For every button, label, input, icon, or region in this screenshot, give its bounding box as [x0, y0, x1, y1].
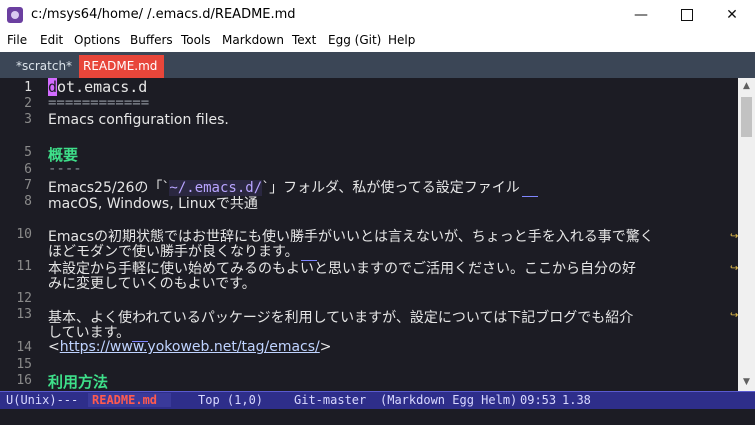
wrap-arrow-icon: ↪	[730, 310, 738, 321]
cursor-position: Top (1,0)	[198, 393, 264, 407]
line-number: 2	[24, 96, 32, 111]
line-number: 7	[24, 178, 32, 193]
angle-bracket: >	[319, 339, 332, 355]
tab-scratch[interactable]: *scratch*	[12, 55, 76, 78]
scroll-up-icon[interactable]: ▲	[738, 78, 755, 95]
line-number: 11	[16, 259, 32, 274]
menu-options[interactable]: Options	[74, 33, 120, 47]
maximize-button[interactable]	[664, 0, 710, 31]
line-number: 12	[16, 291, 32, 306]
line-8: macOS, Windows, Linuxで共通	[48, 196, 258, 212]
menu-tools[interactable]: Tools	[181, 33, 211, 47]
minimize-button[interactable]: —	[618, 0, 664, 31]
menu-markdown[interactable]: Markdown	[222, 33, 284, 47]
buffer-name[interactable]: README.md	[88, 393, 172, 407]
menu-file[interactable]: File	[7, 33, 27, 47]
editor-buffer[interactable]: 1 2 3 5 6 7 8 10 11 12 13 14 15 16 dot.e…	[0, 78, 738, 391]
line-1: dot.emacs.d	[48, 78, 147, 96]
wrap-arrow-icon: ↪	[730, 263, 738, 274]
tab-readme[interactable]: README.md	[79, 55, 164, 78]
line-16-heading: 利用方法	[48, 373, 109, 391]
line-number: 1	[24, 80, 32, 95]
line-11b: みに変更していくのもよいです。	[48, 276, 256, 292]
vertical-scrollbar[interactable]: ▲ ▼	[738, 78, 755, 391]
window-title: c:/msys64/home/ /.emacs.d/README.md	[31, 7, 296, 22]
emacs-app-icon	[7, 7, 23, 23]
load-average: 1.38	[562, 393, 591, 407]
line-number: 13	[16, 307, 32, 322]
clock: 09:53	[520, 393, 557, 407]
text-area[interactable]: dot.emacs.d ============ Emacs configura…	[48, 78, 738, 391]
angle-bracket: <	[48, 339, 60, 355]
line-number-gutter: 1 2 3 5 6 7 8 10 11 12 13 14 15 16	[0, 78, 36, 391]
maximize-icon	[681, 9, 693, 21]
trailing-whitespace-marker	[521, 183, 538, 197]
line-number: 5	[24, 145, 32, 160]
menu-egg-git[interactable]: Egg (Git)	[328, 33, 381, 47]
git-branch[interactable]: Git-master	[294, 393, 366, 407]
wrap-arrow-icon: ↪	[730, 231, 738, 242]
menu-bar: File Edit Options Buffers Tools Markdown…	[0, 31, 755, 52]
line-number: 6	[24, 162, 32, 177]
echo-area[interactable]	[0, 409, 755, 425]
menu-edit[interactable]: Edit	[40, 33, 63, 47]
line-number: 8	[24, 194, 32, 209]
title-bar: c:/msys64/home/ /.emacs.d/README.md — ✕	[0, 0, 755, 32]
close-button[interactable]: ✕	[709, 0, 755, 31]
encoding-indicator: U(Unix)---	[6, 393, 79, 407]
line-number: 3	[24, 112, 32, 127]
menu-text[interactable]: Text	[292, 33, 316, 47]
text-cursor: d	[48, 78, 58, 96]
scrollbar-thumb[interactable]	[741, 97, 752, 137]
line-2-underline: ============	[48, 95, 150, 111]
line-number: 10	[16, 227, 32, 242]
line-6-underline: ----	[48, 161, 82, 177]
menu-help[interactable]: Help	[388, 33, 415, 47]
scroll-down-icon[interactable]: ▼	[738, 374, 755, 391]
line-3: Emacs configuration files.	[48, 112, 229, 128]
url-link[interactable]: https://www.yokoweb.net/tag/emacs/	[60, 339, 320, 355]
line-14: <https://www.yokoweb.net/tag/emacs/>	[48, 339, 332, 355]
heading-text: ot.emacs.d	[57, 78, 148, 96]
text-segment: `」フォルダ、私が使ってる設定ファイル	[262, 180, 520, 196]
line-number: 16	[16, 373, 32, 388]
tab-bar: *scratch* README.md	[0, 52, 755, 78]
major-minor-modes[interactable]: (Markdown Egg Helm)	[380, 393, 517, 407]
menu-buffers[interactable]: Buffers	[130, 33, 173, 47]
line-number: 14	[16, 340, 32, 355]
mode-line: U(Unix)--- README.md Top (1,0) Git-maste…	[0, 391, 755, 409]
line-number: 15	[16, 357, 32, 372]
